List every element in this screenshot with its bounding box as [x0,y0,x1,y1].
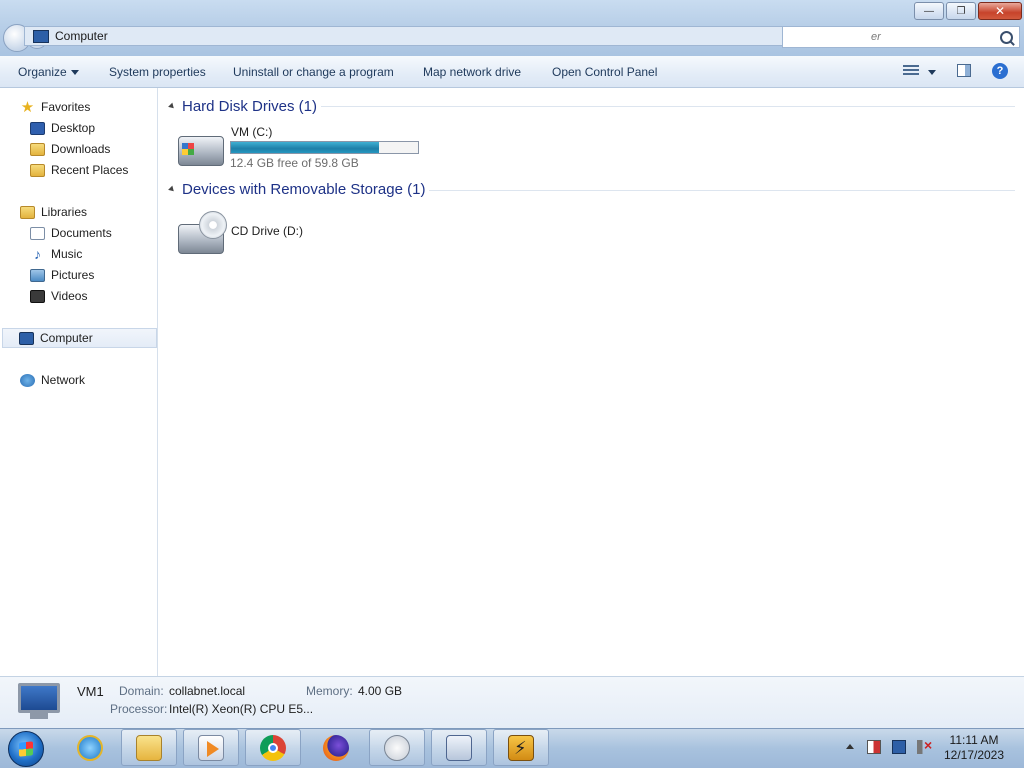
nav-desktop[interactable]: Desktop [30,121,95,135]
nav-pictures[interactable]: Pictures [30,268,94,282]
group-title: Hard Disk Drives (1) [182,98,318,115]
group-hard-disk-drives[interactable]: Hard Disk Drives (1) [168,98,318,115]
minimize-button[interactable]: — [914,2,944,20]
domain-value: collabnet.local [169,684,246,698]
clock-date: 12/17/2023 [943,748,1005,762]
window-controls: — ❐ ✕ [914,2,1022,20]
drive-c-name[interactable]: VM (C:) [231,125,272,139]
group-divider [321,106,1015,107]
drive-c-free-space: 12.4 GB free of 59.8 GB [230,156,359,170]
videos-icon [30,289,45,303]
taskbar-remote-desktop[interactable] [431,729,487,766]
libraries-icon [20,205,35,219]
monitor-stand [30,713,48,719]
chrome-icon [260,734,286,761]
action-center-flag-icon[interactable] [867,740,881,754]
change-view-icon[interactable] [903,65,919,78]
drive-c-usage-fill [231,142,379,153]
windows-logo-icon [182,143,194,155]
computer-icon [19,331,34,345]
close-button[interactable]: ✕ [978,2,1022,20]
taskbar-media-player[interactable] [183,729,239,766]
collapse-triangle-icon[interactable] [168,102,176,111]
organize-button[interactable]: Organize [18,65,79,79]
pictures-icon [30,268,45,282]
search-icon[interactable] [1000,30,1013,44]
remote-desktop-icon [446,734,472,761]
hard-drive-icon[interactable] [178,136,224,166]
documents-icon [30,226,45,240]
music-icon: ♪ [34,245,41,262]
nav-recent-places[interactable]: Recent Places [30,163,128,177]
help-icon[interactable]: ? [992,63,1008,79]
nav-computer[interactable]: Computer [2,328,157,348]
computer-icon [33,29,49,43]
nav-network[interactable]: Network [20,373,85,387]
collapse-triangle-icon[interactable] [168,185,176,194]
uninstall-program-button[interactable]: Uninstall or change a program [233,65,394,79]
search-placeholder: er [871,31,881,43]
chevron-down-icon [70,70,79,76]
computer-monitor-icon [18,683,60,713]
cd-disc-icon [199,211,227,239]
folder-icon [136,734,162,761]
nav-documents[interactable]: Documents [30,226,112,240]
address-bar[interactable]: Computer [24,26,870,46]
nav-music[interactable]: ♪ Music [30,245,82,262]
memory-value: 4.00 GB [358,684,403,698]
organize-label: Organize [18,65,67,79]
processor-value: Intel(R) Xeon(R) CPU E5... [169,702,314,716]
system-properties-button[interactable]: System properties [109,65,206,79]
scheduler-icon [384,734,410,761]
group-divider [429,190,1015,191]
show-hidden-icons-chevron-icon[interactable] [846,744,854,749]
taskbar-windows-explorer[interactable] [121,729,177,766]
taskbar-winamp[interactable] [493,729,549,766]
taskbar-firefox[interactable] [308,729,364,766]
map-network-drive-button[interactable]: Map network drive [423,65,521,79]
memory-label: Memory: [306,684,353,698]
desktop-icon [30,121,45,135]
drive-d-name[interactable]: CD Drive (D:) [231,224,303,238]
system-clock[interactable]: 11:11 AM 12/17/2023 [938,733,1010,763]
view-options-chevron-icon[interactable] [928,70,936,75]
preview-pane-icon[interactable] [957,64,971,77]
search-input[interactable]: er [782,26,1020,48]
nav-libraries[interactable]: Libraries [20,205,87,219]
star-icon: ★ [20,98,35,116]
group-title: Devices with Removable Storage (1) [182,181,426,198]
open-control-panel-button[interactable]: Open Control Panel [552,65,657,79]
winamp-icon [508,734,534,761]
group-removable-storage[interactable]: Devices with Removable Storage (1) [168,181,426,198]
internet-explorer-icon [77,734,103,761]
network-icon [20,373,35,387]
nav-downloads[interactable]: Downloads [30,142,110,156]
firefox-icon [323,734,349,761]
start-button[interactable] [8,731,44,767]
recent-places-icon [30,163,45,177]
processor-label: Processor: [110,702,168,716]
nav-videos[interactable]: Videos [30,289,87,303]
computer-name: VM1 [77,684,104,699]
media-player-icon [198,734,224,761]
drive-c-usage-bar [230,141,419,154]
network-tray-icon[interactable] [892,740,906,754]
maximize-button[interactable]: ❐ [946,2,976,20]
clock-time: 11:11 AM [949,733,999,747]
taskbar-scheduler[interactable] [369,729,425,766]
downloads-folder-icon [30,142,45,156]
volume-muted-icon[interactable] [917,737,932,754]
taskbar-chrome[interactable] [245,729,301,766]
nav-favorites[interactable]: ★ Favorites [20,98,91,116]
domain-label: Domain: [119,684,164,698]
taskbar-internet-explorer[interactable] [62,729,118,766]
address-text: Computer [55,29,108,43]
